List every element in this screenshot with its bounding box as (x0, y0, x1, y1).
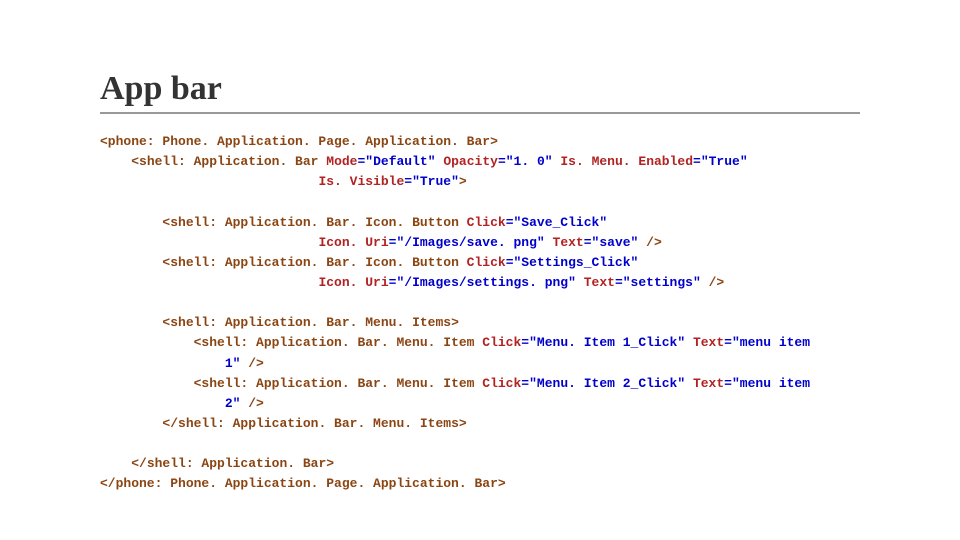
xml-val: "settings" (623, 275, 701, 290)
eq: = (521, 376, 529, 391)
xml-tag: </phone: Phone. Application. Page. Appli… (100, 476, 506, 491)
eq: = (521, 335, 529, 350)
xml-tag: /> (240, 396, 263, 411)
xml-tag: </shell: Application. Bar. Menu. Items> (162, 416, 466, 431)
xml-val: "True" (412, 174, 459, 189)
xml-val: "menu (732, 376, 771, 391)
xml-tag: <shell: Application. Bar (131, 154, 326, 169)
xml-tag: <shell: Application. Bar. Icon. Button (162, 255, 466, 270)
xml-val: "Menu. Item 1_Click" (529, 335, 685, 350)
xml-tag: </shell: Application. Bar> (131, 456, 334, 471)
xml-attr: Icon. Uri (318, 275, 388, 290)
xml-tag: <shell: Application. Bar. Icon. Button (162, 215, 466, 230)
xml-val: "Save_Click" (514, 215, 608, 230)
xml-attr: Click (467, 215, 506, 230)
xml-val: "menu (732, 335, 771, 350)
xml-val: item (779, 376, 810, 391)
xml-attr: Opacity (443, 154, 498, 169)
xml-val: 2" (225, 396, 241, 411)
xml-attr: Text (693, 335, 724, 350)
xml-tag: /> (240, 356, 263, 371)
slide: App bar <phone: Phone. Application. Page… (0, 0, 960, 495)
xml-attr: Is. Visible (318, 174, 404, 189)
eq: = (724, 376, 732, 391)
xml-tag: > (459, 174, 467, 189)
xml-tag: /> (638, 235, 661, 250)
eq: = (615, 275, 623, 290)
xml-attr: Mode (326, 154, 357, 169)
eq: = (404, 174, 412, 189)
xml-val: item (779, 335, 810, 350)
eq: = (506, 255, 514, 270)
xml-attr: Icon. Uri (318, 235, 388, 250)
xml-val: "save" (592, 235, 639, 250)
xml-val: "Settings_Click" (514, 255, 639, 270)
xml-tag: /> (701, 275, 724, 290)
xml-val: "Default" (365, 154, 435, 169)
xml-attr: Text (584, 275, 615, 290)
xml-tag: <phone: Phone. Application. Page. Applic… (100, 134, 498, 149)
xml-val: "/Images/settings. png" (396, 275, 575, 290)
xml-val: "True" (701, 154, 748, 169)
xml-tag: <shell: Application. Bar. Menu. Item (194, 335, 483, 350)
xml-attr: Click (467, 255, 506, 270)
code-block: <phone: Phone. Application. Page. Applic… (100, 132, 860, 495)
xml-tag: <shell: Application. Bar. Menu. Items> (162, 315, 458, 330)
xml-attr: Text (553, 235, 584, 250)
xml-attr: Is. Menu. Enabled (560, 154, 693, 169)
eq: = (498, 154, 506, 169)
xml-attr: Text (693, 376, 724, 391)
xml-attr: Click (482, 335, 521, 350)
xml-tag: <shell: Application. Bar. Menu. Item (194, 376, 483, 391)
page-title: App bar (100, 70, 860, 114)
xml-val: 1" (225, 356, 241, 371)
eq: = (693, 154, 701, 169)
xml-val: "/Images/save. png" (396, 235, 544, 250)
xml-val: "1. 0" (506, 154, 553, 169)
eq: = (724, 335, 732, 350)
eq: = (506, 215, 514, 230)
xml-val: "Menu. Item 2_Click" (529, 376, 685, 391)
eq: = (584, 235, 592, 250)
xml-attr: Click (482, 376, 521, 391)
